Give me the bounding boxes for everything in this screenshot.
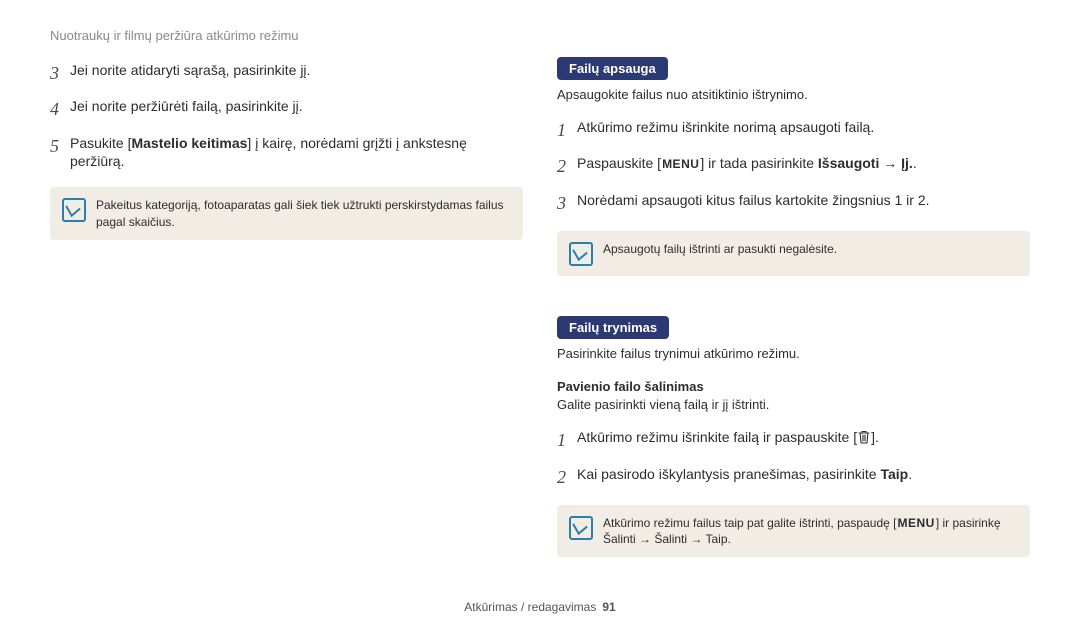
step-text: Atkūrimo režimu išrinkite failą ir paspa… bbox=[577, 428, 1030, 452]
delete-step-1: 1 Atkūrimo režimu išrinkite failą ir pas… bbox=[557, 428, 1030, 452]
step-4: 4 Jei norite peržiūrėti failą, pasirinki… bbox=[50, 97, 523, 121]
note-box: Apsaugotų failų ištrinti ar pasukti nega… bbox=[557, 231, 1030, 276]
protect-step-3: 3 Norėdami apsaugoti kitus failus kartok… bbox=[557, 191, 1030, 215]
step-text: Jei norite peržiūrėti failą, pasirinkite… bbox=[70, 97, 523, 121]
section-desc: Apsaugokite failus nuo atsitiktinio ištr… bbox=[557, 86, 1030, 104]
step-3: 3 Jei norite atidaryti sąrašą, pasirinki… bbox=[50, 61, 523, 85]
step-number: 1 bbox=[557, 428, 577, 452]
note-icon bbox=[569, 516, 593, 540]
step-number: 1 bbox=[557, 118, 577, 142]
note-text: Atkūrimo režimu failus taip pat galite i… bbox=[603, 515, 1018, 547]
section-header: Nuotraukų ir filmų peržiūra atkūrimo rež… bbox=[50, 28, 1030, 43]
note-icon bbox=[569, 242, 593, 266]
note-text: Pakeitus kategoriją, fotoaparatas gali š… bbox=[96, 197, 511, 229]
note-box: Pakeitus kategoriją, fotoaparatas gali š… bbox=[50, 187, 523, 239]
step-number: 2 bbox=[557, 465, 577, 489]
step-text: Paspauskite [MENU] ir tada pasirinkite I… bbox=[577, 154, 1030, 178]
step-number: 2 bbox=[557, 154, 577, 178]
protect-step-1: 1 Atkūrimo režimu išrinkite norimą apsau… bbox=[557, 118, 1030, 142]
step-5: 5 Pasukite [Mastelio keitimas] į kairę, … bbox=[50, 134, 523, 172]
note-text: Apsaugotų failų ištrinti ar pasukti nega… bbox=[603, 241, 1018, 266]
left-column: 3 Jei norite atidaryti sąrašą, pasirinki… bbox=[50, 55, 523, 592]
menu-key-icon: MENU bbox=[897, 515, 934, 531]
right-column: Failų apsauga Apsaugokite failus nuo ats… bbox=[557, 55, 1030, 592]
trash-icon bbox=[858, 430, 870, 449]
note-icon bbox=[62, 198, 86, 222]
sub-desc: Galite pasirinkti vieną failą ir jį ištr… bbox=[557, 396, 1030, 414]
section-pill-protect: Failų apsauga bbox=[557, 57, 668, 80]
protect-step-2: 2 Paspauskite [MENU] ir tada pasirinkite… bbox=[557, 154, 1030, 178]
section-pill-delete: Failų trynimas bbox=[557, 316, 669, 339]
delete-step-2: 2 Kai pasirodo iškylantysis pranešimas, … bbox=[557, 465, 1030, 489]
step-number: 5 bbox=[50, 134, 70, 172]
step-text: Pasukite [Mastelio keitimas] į kairę, no… bbox=[70, 134, 523, 172]
menu-key-icon: MENU bbox=[662, 156, 699, 172]
step-number: 3 bbox=[50, 61, 70, 85]
step-text: Jei norite atidaryti sąrašą, pasirinkite… bbox=[70, 61, 523, 85]
sub-heading: Pavienio failo šalinimas bbox=[557, 379, 1030, 394]
step-number: 4 bbox=[50, 97, 70, 121]
step-text: Kai pasirodo iškylantysis pranešimas, pa… bbox=[577, 465, 1030, 489]
note-box: Atkūrimo režimu failus taip pat galite i… bbox=[557, 505, 1030, 557]
footer-text: Atkūrimas / redagavimas bbox=[464, 600, 596, 614]
step-text: Atkūrimo režimu išrinkite norimą apsaugo… bbox=[577, 118, 1030, 142]
step-text: Norėdami apsaugoti kitus failus kartokit… bbox=[577, 191, 1030, 215]
section-desc: Pasirinkite failus trynimui atkūrimo rež… bbox=[557, 345, 1030, 363]
page-footer: Atkūrimas / redagavimas 91 bbox=[50, 592, 1030, 614]
page-number: 91 bbox=[602, 600, 615, 614]
step-number: 3 bbox=[557, 191, 577, 215]
